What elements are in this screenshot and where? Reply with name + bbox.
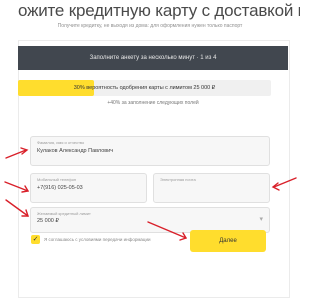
checkmark-icon: ✓ (32, 236, 39, 243)
phone-label: Мобильный телефон (37, 177, 77, 182)
page-headline: ожите кредитную карту с доставкой на (18, 1, 300, 20)
full-name-field[interactable]: Фамилия, имя и отчество Кулаков Александ… (30, 136, 270, 166)
phone-field[interactable]: Мобильный телефон +7(916) 025-05-03 (30, 173, 147, 203)
email-field[interactable]: Электронная почта (153, 173, 270, 203)
full-name-label: Фамилия, имя и отчество (37, 140, 85, 145)
approval-progress-text: 30% вероятность одобрения карты с лимито… (73, 85, 216, 91)
credit-limit-value: 25 000 ₽ (37, 218, 59, 224)
application-form-card (18, 40, 290, 298)
chevron-down-icon: ▾ (259, 216, 263, 223)
next-button[interactable]: Далее (190, 230, 266, 252)
form-step-banner: Заполните анкету за несколько минут · 1 … (18, 46, 288, 70)
phone-value: +7(916) 025-05-03 (37, 185, 83, 191)
credit-limit-label: Желаемый кредитный лимит (37, 211, 91, 216)
consent-checkbox[interactable]: ✓ (31, 235, 40, 244)
approval-progress-bar: 30% вероятность одобрения карты с лимито… (18, 80, 271, 96)
consent-text: Я соглашаюсь с условиями передачи информ… (44, 237, 151, 242)
page-subtitle: Получите кредитку, не выходя из дома: дл… (57, 23, 243, 29)
bonus-note: +40% за заполнение следующих полей (107, 100, 199, 106)
full-name-value: Кулаков Александр Павлович (37, 148, 114, 154)
email-label: Электронная почта (160, 177, 196, 182)
